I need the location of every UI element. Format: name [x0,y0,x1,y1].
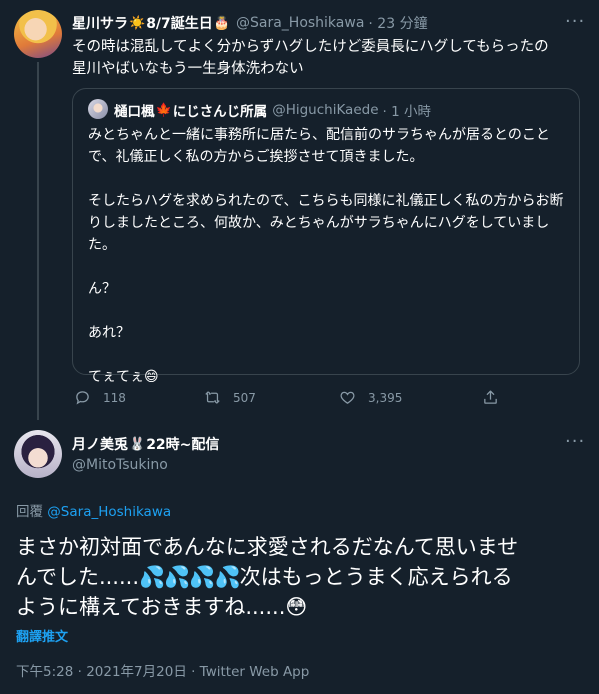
sun-emoji-icon: ☀️ [129,15,146,31]
share-icon [484,390,497,404]
tweet-timestamp[interactable]: 下午5:28 · 2021年7月20日 · Twitter Web App [16,660,309,680]
quoted-tweet-header: 樋口楓 🍁 にじさんじ所属 @HiguchiKaede · 1 小時 [114,100,431,120]
reply-text-line: ように構えておきますね......😳 [16,592,588,622]
reply-author-name[interactable]: 月ノ美兎 [72,434,128,454]
quoted-paragraph: みとちゃんと一緒に事務所に居たら、配信前のサラちゃんが居るとのことで、礼儀正しく… [88,127,550,165]
avatar-kaede [88,99,108,119]
cake-emoji-icon: 🎂 [213,15,230,31]
reply-text-part: んでした...... [16,565,140,589]
tweet-header: 星川サラ ☀️ 8/7誕生日 🎂 @Sara_Hoshikawa · 23 分鐘 [72,13,428,33]
tweet-time[interactable]: · 23 分鐘 [368,13,427,33]
reply-author-header: 月ノ美兎 🐰 22時~配信 [72,434,219,454]
flushed-emoji-icon: 😳 [285,595,308,619]
reply-tweet-text: まさか初対面であんなに求愛されるだなんて思いませ んでした......💦💦💦💦次… [16,532,588,622]
tweet-text: その時は混乱してよく分からずハグしたけど委員長にハグしてもらったの 星川やばいな… [72,36,582,80]
mention-link[interactable]: @Sara_Hoshikawa [47,504,171,520]
more-options-icon[interactable]: ··· [565,431,585,452]
retweet-button[interactable]: 507 [204,389,256,406]
quoted-tweet-text: みとちゃんと一緒に事務所に居たら、配信前のサラちゃんが居るとのことで、礼儀正しく… [88,124,568,388]
like-icon [340,391,355,404]
replying-to: 回覆 @Sara_Hoshikawa [16,500,171,520]
more-options-icon[interactable]: ··· [565,11,585,32]
author-name-suffix[interactable]: 8/7誕生日 [146,13,213,33]
quoted-paragraph: そしたらハグを求められたので、こちらも同様に礼儀正しく私の方からお断りしましたと… [88,193,564,253]
quoted-paragraph: あれ？ [88,325,130,341]
quoted-paragraph: ん？ [88,281,116,297]
quoted-tweet-time: · 1 小時 [382,104,431,120]
author-name[interactable]: 星川サラ [72,13,128,33]
grinning-emoji-icon: 😄 [144,369,159,385]
like-button[interactable]: 3,395 [339,389,402,406]
quoted-author-suffix: にじさんじ所属 [172,104,268,120]
maple-leaf-emoji-icon: 🍁 [155,102,172,118]
rabbit-emoji-icon: 🐰 [129,436,146,452]
retweet-icon [205,391,220,404]
translate-tweet-link[interactable]: 翻譯推文 [16,626,68,645]
avatar-sara[interactable] [14,10,62,58]
reply-text-line: まさか初対面であんなに求愛されるだなんて思いませ [16,535,519,559]
quoted-author-handle: @HiguchiKaede [272,102,379,118]
reply-text-part: 次はもっとうまく応えられる [239,565,513,589]
reply-text-part: ように構えておきますね...... [16,595,286,619]
retweet-count: 507 [233,390,256,405]
share-button[interactable] [482,389,511,406]
quoted-last-text: てぇてぇ [88,369,144,385]
tweet-text-line: その時は混乱してよく分からずハグしたけど委員長にハグしてもらったの [72,39,549,55]
quoted-author-name: 樋口楓 [114,104,155,120]
quoted-paragraph: てぇてぇ😄 [88,366,568,388]
reply-text-line: んでした......💦💦💦💦次はもっとうまく応えられる [16,562,588,592]
thread-connector-line [37,62,39,420]
tweet-text-line: 星川やばいなもう一生身体洗わない [72,61,304,77]
reply-prefix: 回覆 [16,504,43,520]
author-handle[interactable]: @Sara_Hoshikawa [236,15,364,31]
reply-count: 118 [103,390,126,405]
reply-author-suffix[interactable]: 22時~配信 [146,434,219,454]
avatar-mito[interactable] [14,430,62,478]
like-count: 3,395 [368,390,403,405]
reply-button[interactable]: 118 [74,389,126,406]
reply-author-handle[interactable]: @MitoTsukino [72,457,168,473]
sweat-drops-emoji-icon: 💦💦💦💦 [139,565,241,589]
reply-icon [76,391,89,405]
